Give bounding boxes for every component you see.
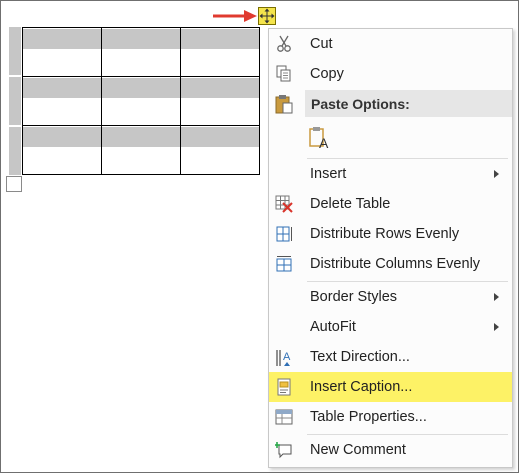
distribute-columns-icon bbox=[275, 255, 293, 273]
menu-item-distribute-columns[interactable]: Distribute Columns Evenly bbox=[269, 249, 512, 279]
menu-item-label: AutoFit bbox=[310, 319, 356, 335]
table-row[interactable] bbox=[22, 76, 260, 126]
context-menu: Cut Copy Paste Options: A Insert Delete … bbox=[268, 28, 513, 468]
menu-item-label: Text Direction... bbox=[310, 349, 410, 365]
menu-item-table-properties[interactable]: Table Properties... bbox=[269, 402, 512, 432]
submenu-arrow-icon bbox=[494, 170, 499, 178]
svg-text:A: A bbox=[283, 351, 291, 363]
text-direction-icon: A bbox=[275, 348, 293, 366]
word-table[interactable] bbox=[22, 27, 260, 175]
menu-item-label: Distribute Rows Evenly bbox=[310, 226, 460, 242]
row-selection-bar bbox=[9, 27, 21, 75]
menu-item-border-styles[interactable]: Border Styles bbox=[269, 282, 512, 312]
table-row[interactable] bbox=[22, 27, 260, 77]
menu-item-label: Delete Table bbox=[310, 196, 391, 212]
menu-item-label: Copy bbox=[310, 66, 344, 82]
distribute-rows-icon bbox=[275, 225, 293, 243]
menu-item-insert[interactable]: Insert bbox=[269, 159, 512, 189]
menu-item-text-direction[interactable]: A Text Direction... bbox=[269, 342, 512, 372]
insert-caption-icon bbox=[275, 378, 293, 396]
paste-options-label: Paste Options: bbox=[311, 96, 410, 112]
table-cell[interactable] bbox=[180, 76, 260, 126]
menu-item-cut[interactable]: Cut bbox=[269, 29, 512, 59]
table-cell[interactable] bbox=[101, 125, 181, 175]
table-cell[interactable] bbox=[180, 27, 260, 77]
menu-item-autofit[interactable]: AutoFit bbox=[269, 312, 512, 342]
table-properties-icon bbox=[275, 408, 293, 426]
menu-item-label: Table Properties... bbox=[310, 409, 427, 425]
menu-item-distribute-rows[interactable]: Distribute Rows Evenly bbox=[269, 219, 512, 249]
paste-options-header: Paste Options: bbox=[305, 90, 512, 117]
table-cell[interactable] bbox=[180, 125, 260, 175]
clipboard-icon bbox=[275, 94, 293, 114]
scissors-icon bbox=[275, 35, 293, 53]
submenu-arrow-icon bbox=[494, 323, 499, 331]
copy-icon bbox=[275, 65, 293, 83]
table-cell[interactable] bbox=[22, 76, 102, 126]
menu-item-label: New Comment bbox=[310, 442, 406, 458]
table-row[interactable] bbox=[22, 125, 260, 175]
submenu-arrow-icon bbox=[494, 293, 499, 301]
menu-item-label: Distribute Columns Evenly bbox=[310, 256, 481, 272]
red-arrow-annotation bbox=[213, 10, 257, 22]
table-cell[interactable] bbox=[101, 76, 181, 126]
table-cell[interactable] bbox=[22, 125, 102, 175]
menu-item-delete-table[interactable]: Delete Table bbox=[269, 189, 512, 219]
menu-item-label: Insert Caption... bbox=[310, 379, 413, 395]
table-cell[interactable] bbox=[101, 27, 181, 77]
paste-keep-text-only-icon[interactable]: A bbox=[309, 126, 331, 151]
row-selection-bar bbox=[9, 127, 21, 175]
menu-item-label: Cut bbox=[310, 36, 333, 52]
menu-item-label: Insert bbox=[310, 166, 347, 182]
menu-item-insert-caption[interactable]: Insert Caption... bbox=[269, 372, 512, 402]
menu-item-new-comment[interactable]: New Comment bbox=[269, 435, 512, 465]
row-selection-bar bbox=[9, 77, 21, 125]
table-move-handle-icon[interactable] bbox=[258, 7, 276, 25]
new-comment-icon bbox=[274, 441, 293, 459]
svg-text:A: A bbox=[319, 135, 329, 150]
delete-table-icon bbox=[275, 195, 293, 213]
menu-item-copy[interactable]: Copy bbox=[269, 59, 512, 89]
table-end-mark[interactable] bbox=[6, 176, 22, 192]
table-cell[interactable] bbox=[22, 27, 102, 77]
menu-item-label: Border Styles bbox=[310, 289, 398, 305]
